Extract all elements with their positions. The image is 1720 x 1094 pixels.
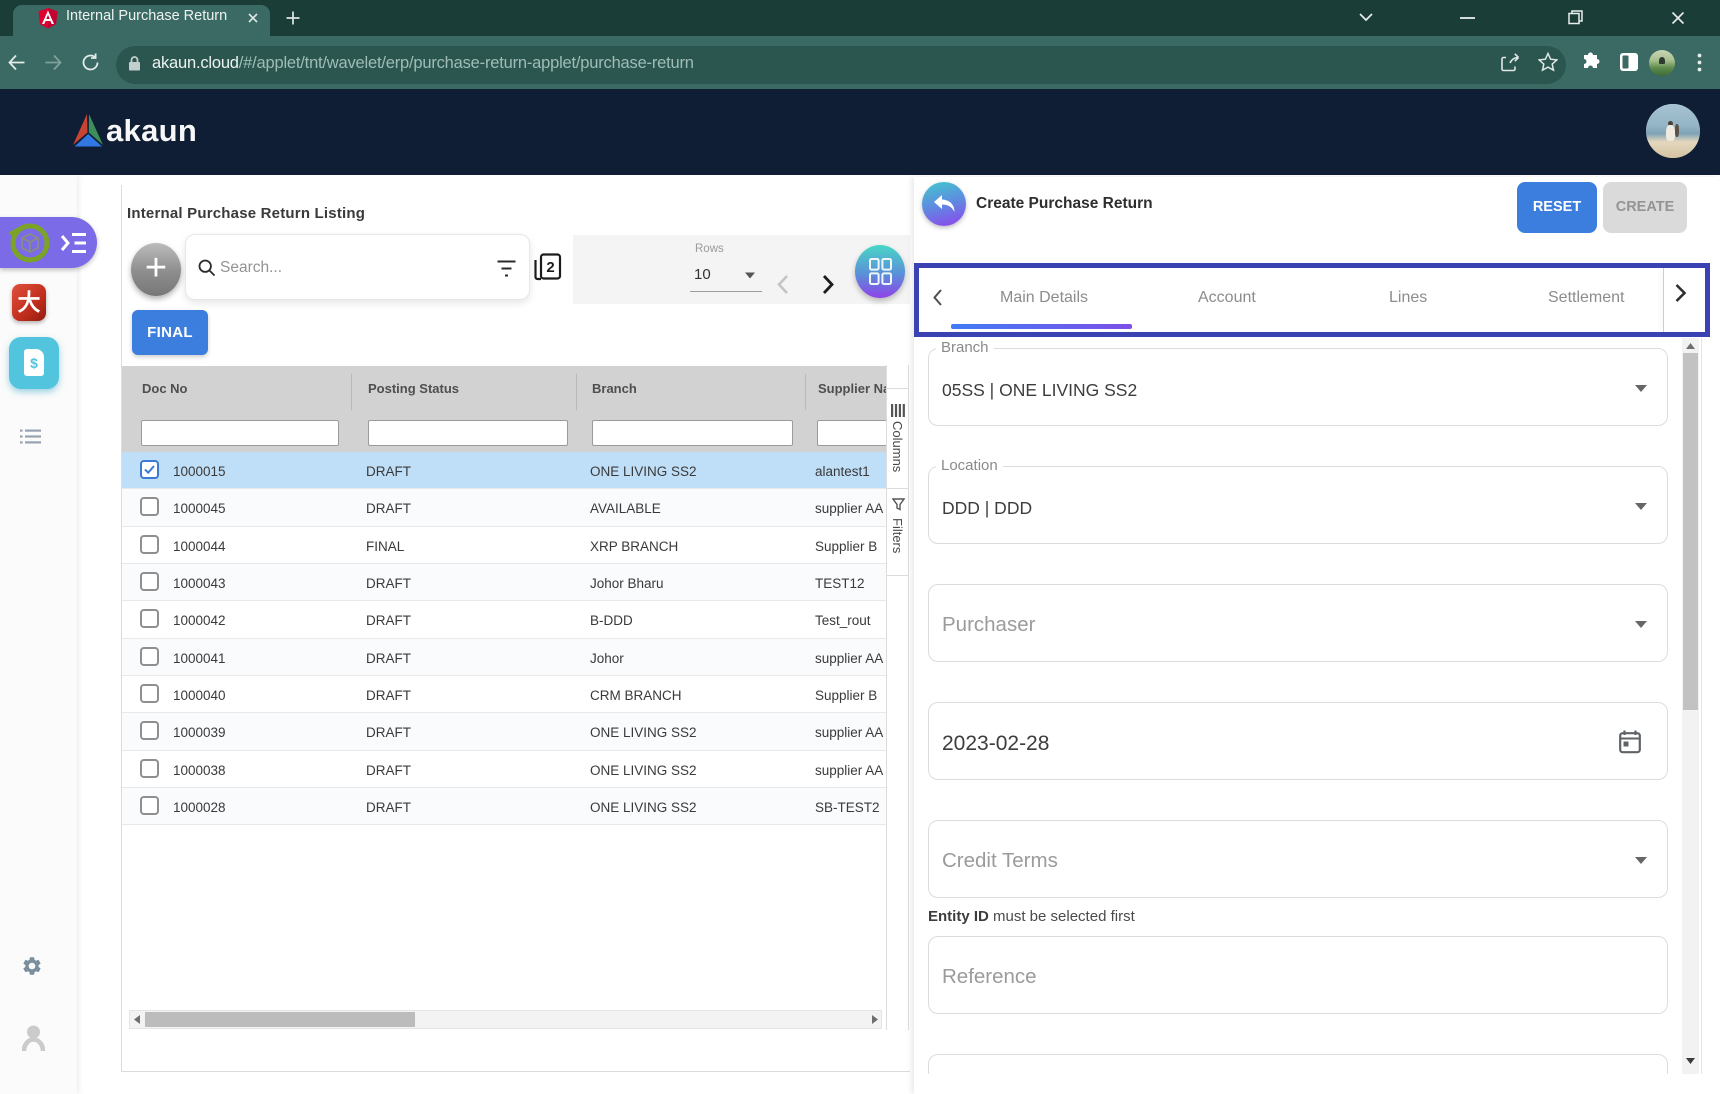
svg-text:2: 2 <box>546 259 554 276</box>
